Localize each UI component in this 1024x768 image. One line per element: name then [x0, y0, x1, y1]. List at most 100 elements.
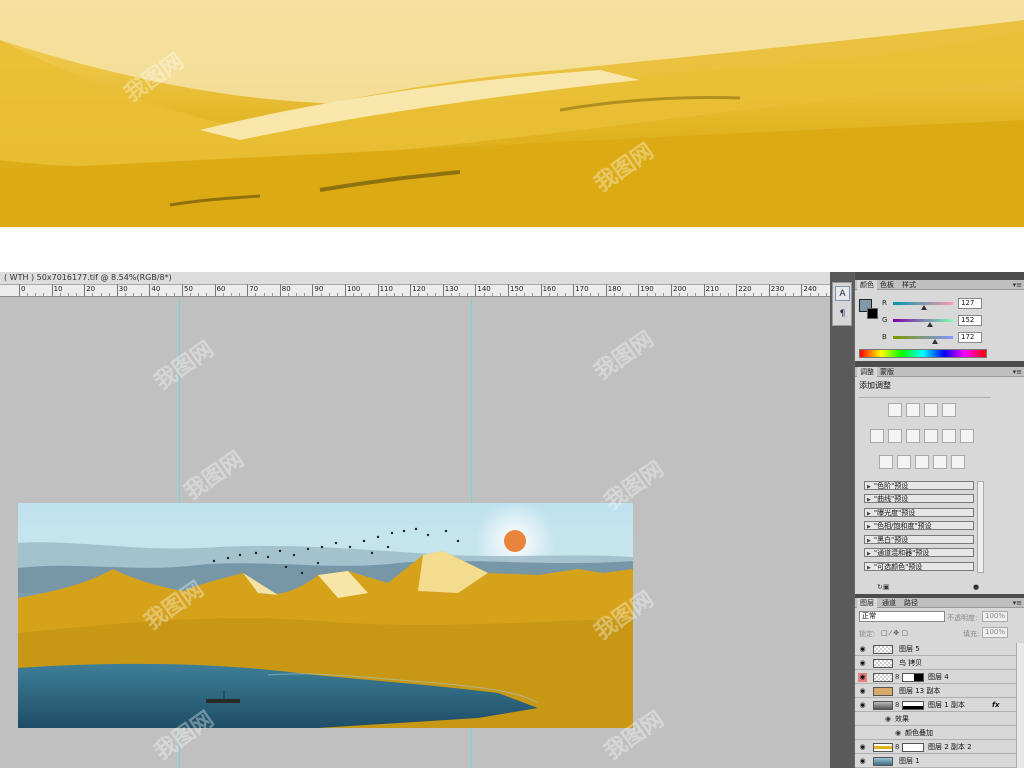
layer-mask-thumbnail[interactable]: [902, 701, 924, 710]
panel-menu-icon[interactable]: ▾≡: [1013, 598, 1022, 608]
tab-swatches[interactable]: 色板: [877, 280, 897, 290]
ruler-tick-label: 20: [86, 285, 96, 293]
effects-row[interactable]: ◉ 效果: [855, 713, 1024, 726]
visibility-eye-icon[interactable]: ◉: [858, 757, 867, 766]
visibility-eye-icon[interactable]: ◉: [858, 687, 867, 696]
black-white-icon[interactable]: [924, 429, 938, 443]
visibility-eye-icon[interactable]: ◉: [858, 743, 867, 752]
gradient-map-icon[interactable]: [933, 455, 947, 469]
layer-row[interactable]: ◉ 图层 13 副本: [855, 685, 1024, 698]
background-color-swatch[interactable]: [867, 308, 878, 319]
right-panels: 颜色 色板 样式 ▾≡ R 127 G 152 B 172 调整 蒙版 ▾≡ 添…: [854, 272, 1024, 768]
ruler-minor-tick: [817, 293, 819, 296]
layer-row[interactable]: ◉ 8 图层 2 副本 2: [855, 741, 1024, 754]
layer-thumbnail: [873, 743, 893, 752]
b-label: B: [882, 333, 887, 341]
ruler-minor-tick: [654, 293, 656, 296]
panel-titlebar[interactable]: [855, 272, 1024, 280]
trash-icon[interactable]: ●: [973, 583, 979, 591]
brightness-contrast-icon[interactable]: [888, 403, 902, 417]
preset-selective-color[interactable]: "可选颜色"预设: [864, 562, 974, 571]
b-slider-thumb[interactable]: [932, 339, 938, 344]
preset-exposure[interactable]: "曝光度"预设: [864, 508, 974, 517]
tab-color[interactable]: 颜色: [857, 280, 877, 290]
layer-mask-thumbnail[interactable]: [902, 673, 924, 682]
visibility-eye-icon[interactable]: ◉: [858, 645, 867, 654]
visibility-eye-icon[interactable]: ◉: [858, 659, 867, 668]
blend-mode-select[interactable]: 正常: [859, 611, 945, 622]
document-tab[interactable]: ( WTH ) 50x7016177.tif @ 8.54%(RGB/8*): [0, 272, 830, 285]
fx-badge[interactable]: fx: [992, 700, 1000, 711]
horizontal-ruler[interactable]: 0 10 20 30 40 50 60 70 80 90 100 110 120 130 140 150 160…: [0, 284, 830, 297]
layers-scrollbar[interactable]: [1016, 643, 1024, 768]
layer-mask-thumbnail[interactable]: [902, 743, 924, 752]
photo-filter-icon[interactable]: [942, 429, 956, 443]
layer-row[interactable]: ◉ 图层 5: [855, 643, 1024, 656]
visibility-eye-icon[interactable]: ◉: [858, 701, 867, 710]
effects-eye-icon[interactable]: ◉: [885, 715, 891, 723]
channel-mixer-icon[interactable]: [960, 429, 974, 443]
fill-field[interactable]: 100%: [982, 627, 1008, 638]
canvas-area[interactable]: 我图网 我图网 我图网 我图网 我图网 我图网 我图网 我图网: [0, 298, 830, 768]
lock-label: 锁定:: [859, 630, 876, 638]
effect-eye-icon[interactable]: ◉: [895, 729, 901, 737]
layer-row[interactable]: ◉ 图层 1: [855, 755, 1024, 768]
exposure-icon[interactable]: [942, 403, 956, 417]
visibility-eye-icon[interactable]: ◉: [858, 673, 867, 682]
layer-row[interactable]: ◉ 鸟 拷贝: [855, 657, 1024, 670]
clip-layer-icon[interactable]: ↻▣: [877, 583, 889, 591]
posterize-icon[interactable]: [897, 455, 911, 469]
ruler-minor-tick: [825, 293, 827, 296]
effect-row[interactable]: ◉ 颜色叠加: [855, 727, 1024, 740]
ruler-tick-label: 150: [510, 285, 524, 293]
layer-row[interactable]: ◉ 8 图层 1 副本 fx: [855, 699, 1024, 712]
ruler-minor-tick: [198, 293, 200, 296]
vibrance-icon[interactable]: [870, 429, 884, 443]
preset-hue-saturation[interactable]: "色相/饱和度"预设: [864, 521, 974, 530]
screenshot-root: 我图网 我图网 ( WTH ) 50x7016177.tif @ 8.54%(R…: [0, 0, 1024, 768]
r-value-field[interactable]: 127: [958, 298, 982, 309]
g-slider-thumb[interactable]: [927, 322, 933, 327]
tab-channels[interactable]: 通道: [879, 598, 899, 608]
ruler-minor-tick: [459, 293, 461, 296]
paragraph-panel-icon[interactable]: ¶: [835, 307, 850, 322]
ruler-tick-label: 190: [640, 285, 654, 293]
panel-menu-icon[interactable]: ▾≡: [1013, 367, 1022, 377]
levels-icon[interactable]: [906, 403, 920, 417]
preset-curves[interactable]: "曲线"预设: [864, 494, 974, 503]
layer-row[interactable]: ◉ 8 图层 4: [855, 671, 1024, 684]
hue-saturation-icon[interactable]: [888, 429, 902, 443]
tab-adjustments[interactable]: 调整: [857, 367, 877, 377]
ruler-minor-tick: [263, 293, 265, 296]
opacity-field[interactable]: 100%: [982, 611, 1008, 622]
tab-styles[interactable]: 样式: [899, 280, 919, 290]
color-spectrum-bar[interactable]: [859, 349, 987, 358]
layer-name: 图层 1: [899, 757, 920, 765]
b-slider[interactable]: [893, 336, 953, 339]
r-slider-thumb[interactable]: [921, 305, 927, 310]
curves-icon[interactable]: [924, 403, 938, 417]
tab-masks[interactable]: 蒙版: [877, 367, 897, 377]
invert-icon[interactable]: [879, 455, 893, 469]
b-value-field[interactable]: 172: [958, 332, 982, 343]
threshold-icon[interactable]: [915, 455, 929, 469]
ruler-major-tick: [573, 284, 575, 296]
preset-black-white[interactable]: "黑白"预设: [864, 535, 974, 544]
panel-menu-icon[interactable]: ▾≡: [1013, 280, 1022, 290]
layer-thumbnail: [873, 645, 893, 654]
presets-scrollbar[interactable]: [977, 481, 984, 573]
tab-paths[interactable]: 路径: [901, 598, 921, 608]
character-panel-icon[interactable]: A: [835, 286, 850, 301]
lock-icons[interactable]: □ ⁄ ✥ ▢: [881, 629, 908, 637]
add-adjustment-heading: 添加调整: [859, 381, 891, 390]
tab-layers[interactable]: 图层: [857, 598, 877, 608]
ruler-minor-tick: [108, 293, 110, 296]
preset-channel-mixer[interactable]: "通道混和器"预设: [864, 548, 974, 557]
selective-color-icon[interactable]: [951, 455, 965, 469]
color-balance-icon[interactable]: [906, 429, 920, 443]
g-value-field[interactable]: 152: [958, 315, 982, 326]
g-slider[interactable]: [893, 319, 953, 322]
preset-levels[interactable]: "色阶"预设: [864, 481, 974, 490]
ruler-tick-label: 110: [379, 285, 393, 293]
layers-panel-tabs: 图层 通道 路径 ▾≡: [855, 598, 1024, 608]
